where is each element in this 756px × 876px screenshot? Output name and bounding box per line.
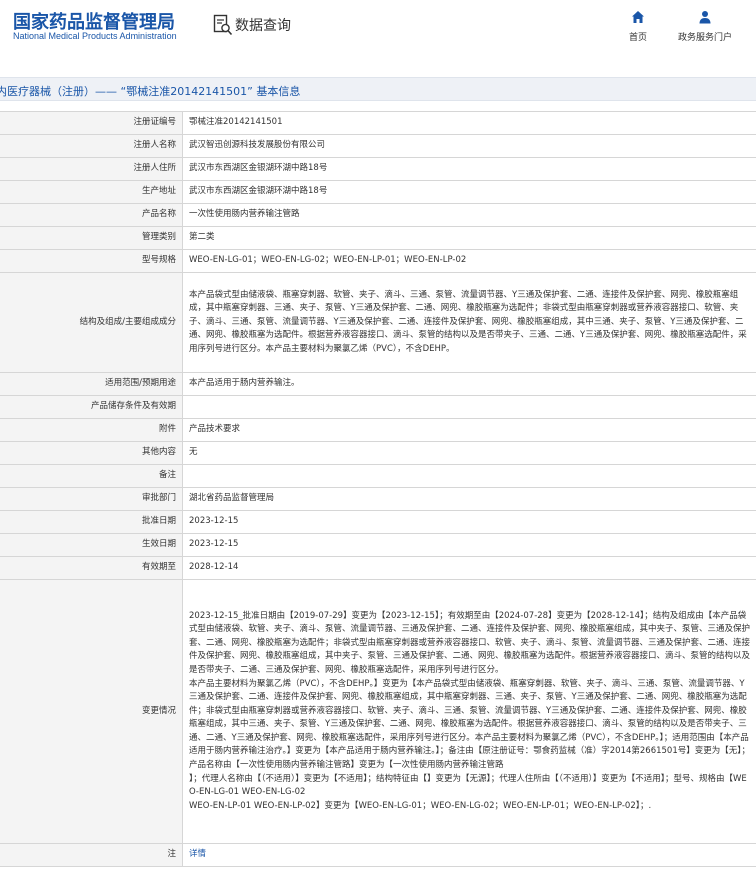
- nav-home-label: 首页: [628, 33, 647, 43]
- home-icon: [632, 11, 644, 23]
- field-value: 产品技术要求: [182, 418, 756, 442]
- site-header: 国家药品监督管理局 National Medical Products Admi…: [0, 0, 756, 60]
- table-row: 附件 产品技术要求: [0, 418, 756, 442]
- table-row: 审批部门 湖北省药品监督管理局: [0, 487, 756, 511]
- details-link-cell[interactable]: 详情: [182, 843, 756, 867]
- field-label: 管理类别: [0, 226, 183, 250]
- table-row: 变更情况 2023-12-15_批准日期由【2019-07-29】变更为【2023…: [0, 579, 756, 844]
- field-value: 湖北省药品监督管理局: [182, 487, 756, 511]
- registration-info-table: 注册证编号 鄂械注准20142141501 注册人名称 武汉智迅创源科技发展股份有限公…: [0, 111, 756, 867]
- table-row: 有效期至 2028-12-14: [0, 556, 756, 580]
- field-value: 2023-12-15: [182, 510, 756, 534]
- field-label: 产品储存条件及有效期: [0, 395, 183, 419]
- table-row: 结构及组成/主要组成成分 本产品袋式型由储液袋、瓶塞穿刺器、软管、夹子、滴斗、三通…: [0, 272, 756, 373]
- table-row: 管理类别 第二类: [0, 226, 756, 250]
- field-label: 产品名称: [0, 203, 183, 227]
- field-value: 第二类: [182, 226, 756, 250]
- field-label: 批准日期: [0, 510, 183, 534]
- nav-home[interactable]: 首页: [627, 10, 649, 43]
- field-label: 附件: [0, 418, 183, 442]
- field-label: 注册人住所: [0, 157, 183, 181]
- field-value: 2023-12-15_批准日期由【2019-07-29】变更为【2023-12-…: [182, 579, 756, 844]
- data-query-heading: 数据查询: [213, 14, 291, 36]
- field-value: 2028-12-14: [182, 556, 756, 580]
- field-label: 适用范围/预期用途: [0, 372, 183, 396]
- table-row: 备注: [0, 464, 756, 488]
- field-value: 武汉智迅创源科技发展股份有限公司: [182, 134, 756, 158]
- field-value: 2023-12-15: [182, 533, 756, 557]
- field-label: 注: [0, 843, 183, 867]
- field-label: 生产地址: [0, 180, 183, 204]
- table-row: 生产地址 武汉市东西湖区金银湖环湖中路18号: [0, 180, 756, 204]
- field-value: 本产品袋式型由储液袋、瓶塞穿刺器、软管、夹子、滴斗、三通、泵管、流量调节器、Y三…: [182, 272, 756, 373]
- table-row: 适用范围/预期用途 本产品适用于肠内营养输注。: [0, 372, 756, 396]
- table-row: 批准日期 2023-12-15: [0, 510, 756, 534]
- field-label: 其他内容: [0, 441, 183, 465]
- field-label: 型号规格: [0, 249, 183, 273]
- field-value: 一次性使用肠内营养输注管路: [182, 203, 756, 227]
- table-row: 注册人名称 武汉智迅创源科技发展股份有限公司: [0, 134, 756, 158]
- table-row: 型号规格 WEO-EN-LG-01；WEO-EN-LG-02；WEO-EN-LP-…: [0, 249, 756, 273]
- field-value: WEO-EN-LG-01；WEO-EN-LG-02；WEO-EN-LP-01；W…: [182, 249, 756, 273]
- field-label: 注册人名称: [0, 134, 183, 158]
- table-row: 注详情: [0, 843, 756, 867]
- table-row: 注册人住所 武汉市东西湖区金银湖环湖中路18号: [0, 157, 756, 181]
- breadcrumb-bar: 内医疗器械（注册）—— “鄂械注准20142141501” 基本信息: [0, 77, 756, 101]
- user-icon: [699, 11, 711, 24]
- field-label: 生效日期: [0, 533, 183, 557]
- field-label: 有效期至: [0, 556, 183, 580]
- details-link[interactable]: 详情: [189, 849, 206, 859]
- field-label: 变更情况: [0, 579, 183, 844]
- field-value: [182, 464, 756, 488]
- search-document-icon: [213, 14, 233, 36]
- field-value: 武汉市东西湖区金银湖环湖中路18号: [182, 180, 756, 204]
- breadcrumb: 内医疗器械（注册）—— “鄂械注准20142141501” 基本信息: [0, 85, 301, 98]
- table-row: 其他内容无: [0, 441, 756, 465]
- nav-gov-label: 政务服务门户: [677, 33, 732, 43]
- table-row: 生效日期 2023-12-15: [0, 533, 756, 557]
- field-value: 武汉市东西湖区金银湖环湖中路18号: [182, 157, 756, 181]
- field-value: 无: [182, 441, 756, 465]
- field-label: 注册证编号: [0, 111, 183, 135]
- data-query-label: 数据查询: [235, 18, 291, 34]
- field-value: [182, 395, 756, 419]
- field-value: 鄂械注准20142141501: [182, 111, 756, 135]
- table-row: 注册证编号 鄂械注准20142141501: [0, 111, 756, 135]
- field-value: 本产品适用于肠内营养输注。: [182, 372, 756, 396]
- nav-gov-service-portal[interactable]: 政务服务门户: [673, 10, 737, 43]
- table-row: 产品储存条件及有效期: [0, 395, 756, 419]
- field-label: 备注: [0, 464, 183, 488]
- field-label: 结构及组成/主要组成成分: [0, 272, 183, 373]
- table-row: 产品名称 一次性使用肠内营养输注管路: [0, 203, 756, 227]
- logo-subtitle: National Medical Products Administration: [13, 31, 177, 41]
- field-label: 审批部门: [0, 487, 183, 511]
